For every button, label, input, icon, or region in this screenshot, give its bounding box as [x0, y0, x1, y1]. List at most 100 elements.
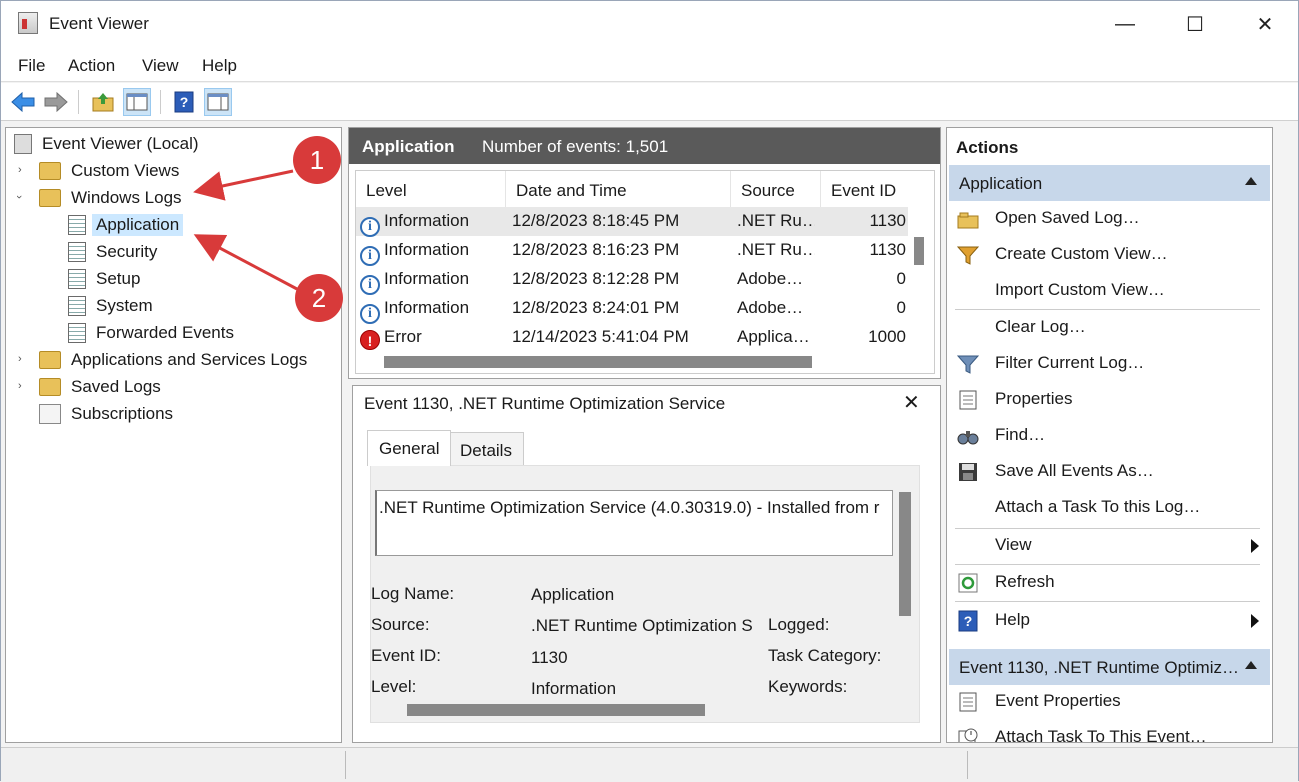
horizontal-scrollbar[interactable] [407, 704, 705, 716]
action-create-custom-view[interactable]: Create Custom View… [955, 238, 1265, 272]
funnel-icon [956, 244, 980, 266]
actions-section-event[interactable]: Event 1130, .NET Runtime Optimiz… [949, 649, 1270, 685]
table-row[interactable]: ! Error 12/14/2023 5:41:04 PM Applica… 1000 [356, 323, 908, 352]
action-save-all-events-as[interactable]: Save All Events As… [955, 455, 1265, 489]
show-hide-console-tree-icon[interactable] [123, 88, 151, 116]
action-open-saved-log[interactable]: Open Saved Log… [955, 202, 1265, 236]
tree-subscriptions[interactable]: Subscriptions [39, 402, 177, 426]
table-row[interactable]: i Information 12/8/2023 8:18:45 PM .NET Ru…… [356, 207, 908, 237]
cell-event-id: 0 [896, 298, 906, 317]
table-row[interactable]: i Information 12/8/2023 8:24:01 PM Adobe… 0 [356, 294, 908, 324]
tree-custom-views[interactable]: Custom Views [39, 159, 183, 183]
label-logged: Logged: [768, 615, 830, 634]
up-folder-icon[interactable] [89, 88, 117, 116]
action-help[interactable]: ? Help [955, 604, 1265, 638]
event-list-pane: Application Number of events: 1,501 Leve… [348, 127, 941, 379]
value-event-id: 1130 [531, 648, 568, 667]
event-viewer-icon [14, 134, 32, 154]
menu-view[interactable]: View [142, 56, 179, 76]
cell-event-id: 0 [896, 269, 906, 288]
cell-date: 12/8/2023 8:18:45 PM [512, 211, 680, 230]
collapse-chevron-icon[interactable]: › [13, 195, 25, 199]
level-text: Information [384, 240, 470, 259]
menu-action[interactable]: Action [68, 56, 115, 76]
tree-label: System [96, 296, 153, 315]
cell-date: 12/8/2023 8:16:23 PM [512, 240, 680, 259]
cell-source: Adobe… [737, 298, 804, 317]
vertical-scrollbar[interactable] [914, 237, 924, 265]
task-icon [957, 727, 979, 742]
action-label: Create Custom View… [995, 244, 1168, 263]
close-button[interactable]: ✕ [1230, 1, 1299, 47]
tree-saved-logs[interactable]: Saved Logs [39, 375, 165, 399]
tab-details[interactable]: Details [448, 432, 524, 466]
cell-event-id: 1130 [869, 211, 906, 230]
action-label: Refresh [995, 572, 1055, 591]
tree-forwarded-events[interactable]: Forwarded Events [68, 321, 238, 345]
label-source: Source: [371, 615, 430, 634]
action-label: Save All Events As… [995, 461, 1154, 480]
tree-windows-logs[interactable]: Windows Logs [39, 186, 186, 210]
action-filter-current-log[interactable]: Filter Current Log… [955, 347, 1265, 381]
column-event-id[interactable]: Event ID [821, 171, 911, 207]
table-row[interactable]: i Information 12/8/2023 8:16:23 PM .NET Ru…… [356, 236, 908, 266]
expand-chevron-icon[interactable]: › [18, 353, 22, 365]
tree-label: Subscriptions [71, 404, 174, 423]
tree-label: Application [92, 214, 184, 236]
forward-icon[interactable] [42, 88, 70, 116]
cell-event-id: 1130 [869, 240, 906, 259]
help-icon[interactable]: ? [170, 88, 198, 116]
value-log-name: Application [531, 585, 615, 604]
tab-general[interactable]: General [367, 430, 452, 466]
tree-security[interactable]: Security [68, 240, 161, 264]
menu-help[interactable]: Help [202, 56, 237, 76]
table-row[interactable]: i Information 12/8/2023 8:12:28 PM Adobe… 0 [356, 265, 908, 295]
tree-root[interactable]: Event Viewer (Local) [14, 132, 203, 156]
minimize-button[interactable]: — [1090, 1, 1160, 47]
column-source[interactable]: Source [731, 171, 821, 207]
action-label: Clear Log… [995, 317, 1086, 336]
action-attach-a-task-to-this-log[interactable]: Attach a Task To this Log… [955, 491, 1265, 525]
collapse-caret-icon[interactable] [1245, 177, 1257, 185]
vertical-scrollbar[interactable] [899, 492, 911, 616]
action-event-properties[interactable]: Event Properties [955, 685, 1265, 719]
tree-apps-services-logs[interactable]: Applications and Services Logs [39, 348, 311, 372]
properties-icon [957, 691, 979, 713]
column-date-time[interactable]: Date and Time [506, 171, 731, 207]
tree-setup[interactable]: Setup [68, 267, 144, 291]
maximize-button[interactable]: ☐ [1160, 1, 1230, 47]
action-refresh[interactable]: Refresh [955, 566, 1265, 600]
action-clear-log[interactable]: Clear Log… [955, 311, 1265, 345]
expand-chevron-icon[interactable]: › [18, 164, 22, 176]
back-icon[interactable] [9, 88, 37, 116]
open-folder-icon [957, 208, 979, 230]
cell-event-id: 1000 [868, 327, 906, 346]
event-count: Number of events: 1,501 [482, 137, 669, 156]
action-import-custom-view[interactable]: Import Custom View… [955, 274, 1265, 308]
show-hide-action-pane-icon[interactable] [204, 88, 232, 116]
column-level[interactable]: Level [356, 171, 506, 207]
action-view[interactable]: View [955, 529, 1265, 563]
tree-system[interactable]: System [68, 294, 157, 318]
horizontal-scrollbar[interactable] [384, 356, 812, 368]
cell-source: Adobe… [737, 269, 804, 288]
log-icon [68, 296, 86, 316]
action-properties[interactable]: Properties [955, 383, 1265, 417]
event-description[interactable]: .NET Runtime Optimization Service (4.0.3… [375, 490, 893, 556]
menu-file[interactable]: File [18, 56, 45, 76]
subscriptions-icon [39, 404, 61, 424]
log-icon [68, 269, 86, 289]
close-details-icon[interactable]: ✕ [903, 390, 920, 415]
section-title: Event 1130, .NET Runtime Optimiz… [959, 658, 1239, 677]
action-find[interactable]: Find… [955, 419, 1265, 453]
actions-section-application[interactable]: Application [949, 165, 1270, 201]
expand-chevron-icon[interactable]: › [18, 380, 22, 392]
cell-source: Applica… [737, 327, 810, 346]
log-icon [68, 323, 86, 343]
action-attach-task-to-this-event[interactable]: Attach Task To This Event… [955, 721, 1265, 742]
collapse-caret-icon[interactable] [1245, 661, 1257, 669]
title-bar: Event Viewer — ☐ ✕ [1, 1, 1298, 47]
tree-application[interactable]: Application [68, 213, 184, 237]
svg-text:?: ? [180, 94, 189, 110]
cell-level: i Information [360, 240, 469, 266]
